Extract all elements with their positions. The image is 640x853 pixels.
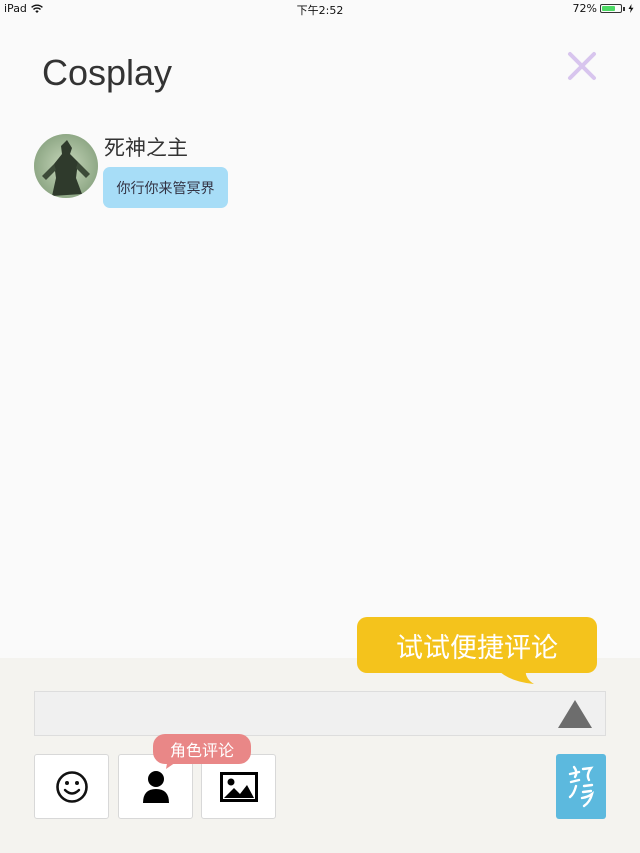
quick-comment-tooltip[interactable]: 试试便捷评论	[357, 617, 597, 673]
person-icon	[142, 770, 169, 803]
page-title: Cosplay	[42, 52, 173, 93]
battery-cap	[623, 6, 625, 11]
message-username: 死神之主	[104, 136, 188, 160]
status-time: 下午2:52	[296, 4, 344, 17]
character-glyph-icon	[568, 765, 594, 807]
role-comment-tooltip-tail	[166, 758, 182, 769]
avatar[interactable]	[34, 134, 98, 198]
battery-fill	[602, 6, 615, 11]
quick-comment-label: 试试便捷评论	[396, 632, 558, 664]
image-icon	[219, 771, 258, 802]
send-button[interactable]	[557, 699, 593, 729]
status-right: 72%	[573, 2, 634, 15]
send-triangle-icon	[558, 700, 592, 728]
battery-percent: 72%	[572, 2, 597, 15]
charging-icon	[628, 4, 634, 13]
avatar-image	[34, 134, 98, 198]
close-icon	[568, 52, 596, 80]
comment-input[interactable]	[34, 691, 606, 736]
battery-icon	[600, 4, 622, 13]
smiley-icon	[55, 770, 88, 803]
quick-comment-tooltip-tail	[496, 668, 534, 684]
character-switch-button[interactable]	[556, 754, 606, 819]
close-button[interactable]	[564, 48, 600, 84]
emoji-button[interactable]	[34, 754, 109, 819]
message-bubble: 你行你来管冥界	[103, 167, 228, 208]
message-text: 你行你来管冥界	[116, 180, 215, 197]
status-bar: iPad 下午2:52 72%	[0, 0, 640, 18]
